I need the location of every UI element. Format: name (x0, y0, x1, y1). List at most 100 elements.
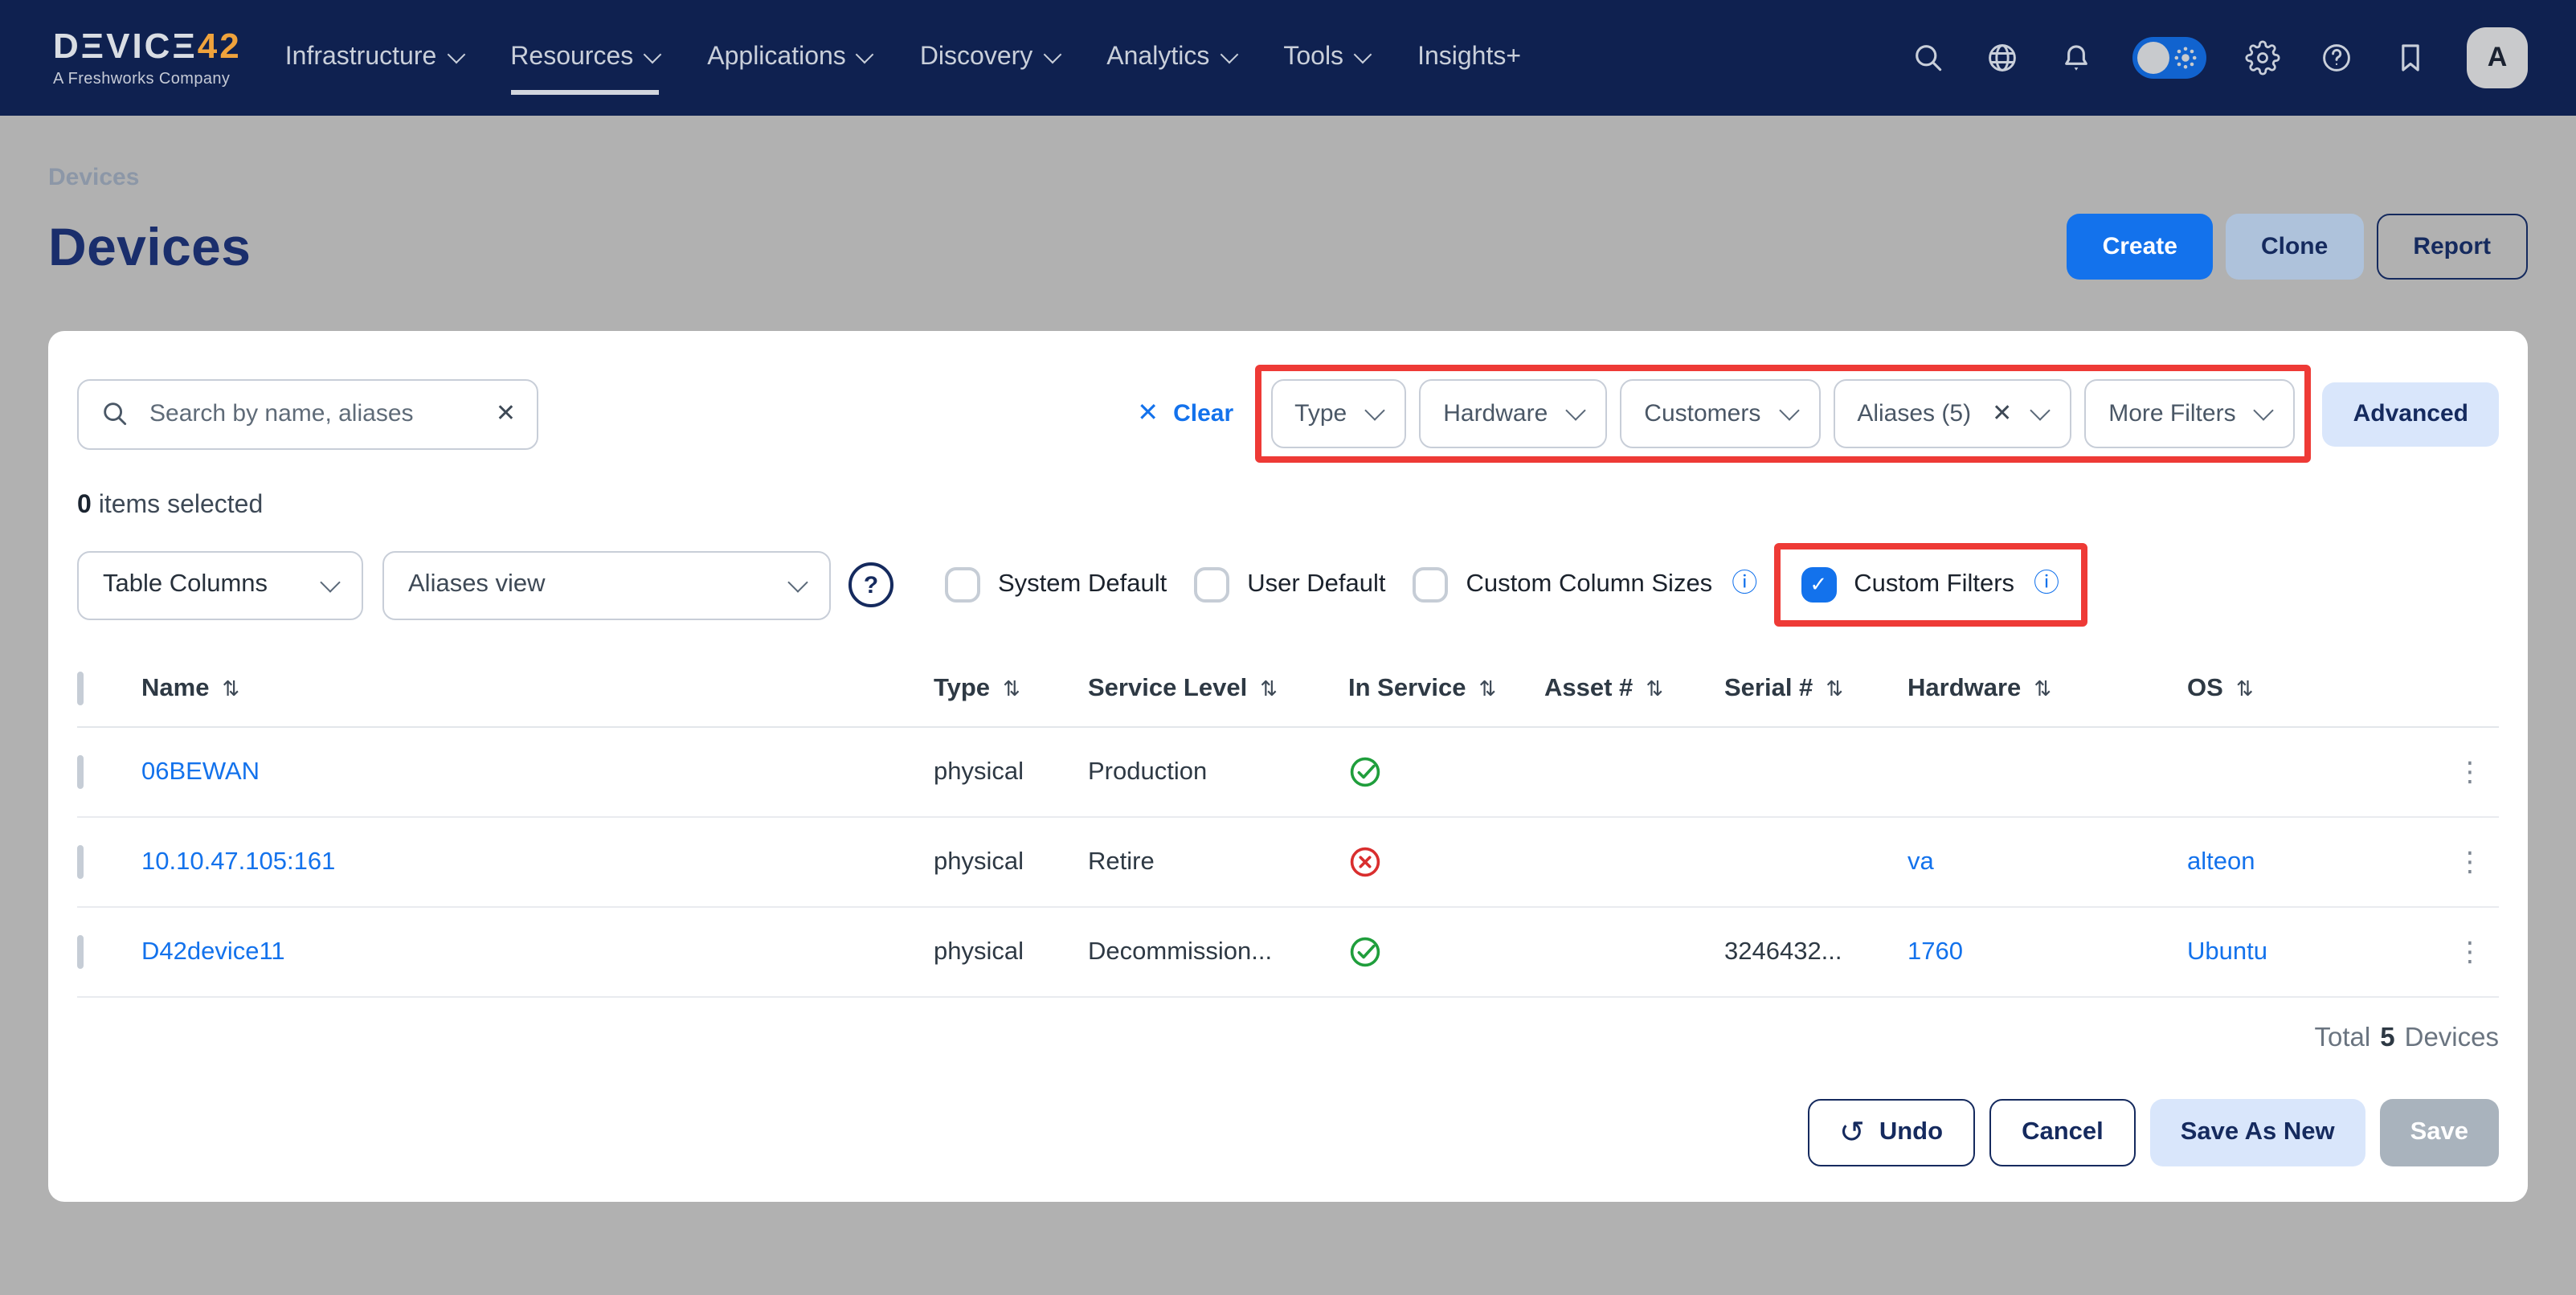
brand-main: DΞVICΞ (53, 25, 198, 65)
menu-applications[interactable]: Applications (707, 43, 872, 72)
device42-logo[interactable]: DΞVICΞ42 A Freshworks Company (53, 28, 242, 88)
search-input[interactable] (146, 398, 480, 429)
breadcrumb: Devices (48, 164, 2528, 191)
sort-icon[interactable]: ⇅ (222, 677, 239, 701)
row-menu-icon[interactable]: ⋮ (2441, 846, 2499, 878)
header-actions: Create Clone Report (2067, 214, 2528, 280)
table-row: D42device11 physical Decommission... 324… (77, 908, 2499, 998)
row-checkbox[interactable] (77, 754, 84, 788)
bell-icon[interactable] (2059, 40, 2094, 76)
menu-analytics[interactable]: Analytics (1106, 43, 1235, 72)
menu-insights[interactable]: Insights+ (1417, 43, 1521, 72)
filter-customers[interactable]: Customers (1620, 379, 1820, 448)
sort-icon[interactable]: ⇅ (2034, 677, 2051, 701)
clear-search-icon[interactable]: ✕ (496, 402, 516, 426)
menu-discovery[interactable]: Discovery (920, 43, 1058, 72)
sort-icon[interactable]: ⇅ (1479, 677, 1497, 701)
filter-aliases[interactable]: Aliases (5)✕ (1833, 379, 2071, 448)
select-all-checkbox[interactable] (77, 672, 84, 705)
device-name-link[interactable]: D42device11 (141, 938, 934, 966)
device-hardware-link[interactable]: va (1907, 848, 2187, 876)
device-type: physical (934, 758, 1088, 786)
device-type: physical (934, 848, 1088, 876)
brand-tagline: A Freshworks Company (53, 71, 242, 88)
device-os-link[interactable]: alteon (2187, 848, 2441, 876)
device-hardware-link[interactable]: 1760 (1907, 938, 2187, 966)
custom-filters-highlight-box: Custom Filters ⓘ (1773, 543, 2087, 627)
advanced-button[interactable]: Advanced (2323, 382, 2499, 446)
gear-icon[interactable] (2245, 40, 2280, 76)
column-header-service-level[interactable]: Service Level⇅ (1088, 675, 1348, 704)
search-icon (100, 398, 130, 429)
app-root: DΞVICΞ42 A Freshworks Company Infrastruc… (0, 0, 2576, 1295)
table-columns-dropdown[interactable]: Table Columns (77, 550, 363, 619)
filter-more[interactable]: More Filters (2084, 379, 2295, 448)
chevron-down-icon (1779, 400, 1799, 420)
custom-filters-checkbox[interactable] (1801, 567, 1836, 603)
menu-tools[interactable]: Tools (1283, 43, 1369, 72)
bookmark-icon[interactable] (2393, 40, 2428, 76)
clear-filters-button[interactable]: ✕ Clear (1137, 400, 1233, 427)
custom-filters-option: Custom Filters ⓘ (1801, 567, 2059, 603)
column-header-name[interactable]: Name⇅ (141, 675, 934, 704)
clone-button[interactable]: Clone (2226, 214, 2363, 280)
row-checkbox[interactable] (77, 844, 84, 878)
sun-icon (2169, 42, 2202, 74)
menu-infrastructure[interactable]: Infrastructure (285, 43, 463, 72)
filter-hardware[interactable]: Hardware (1419, 379, 1607, 448)
user-avatar[interactable]: A (2467, 27, 2528, 88)
row-menu-icon[interactable]: ⋮ (2441, 756, 2499, 788)
device-name-link[interactable]: 10.10.47.105:161 (141, 848, 934, 876)
help-circle-icon[interactable]: ? (848, 562, 893, 607)
menu-resources[interactable]: Resources (510, 43, 659, 72)
chevron-down-icon (1354, 46, 1372, 64)
page-body: Devices Devices Create Clone Report ✕ ✕ (0, 164, 2576, 1202)
chevron-down-icon (644, 46, 662, 64)
column-header-hardware[interactable]: Hardware⇅ (1907, 675, 2187, 704)
sort-icon[interactable]: ⇅ (2236, 677, 2254, 701)
create-button[interactable]: Create (2067, 214, 2213, 280)
save-button[interactable]: Save (2380, 1099, 2499, 1166)
card-footer-actions: ↺Undo Cancel Save As New Save (77, 1099, 2499, 1166)
device-name-link[interactable]: 06BEWAN (141, 758, 934, 786)
remove-filter-icon[interactable]: ✕ (1992, 402, 2012, 426)
column-header-type[interactable]: Type⇅ (934, 675, 1088, 704)
device-service-level: Retire (1088, 848, 1348, 876)
column-header-os[interactable]: OS⇅ (2187, 675, 2441, 704)
cancel-button[interactable]: Cancel (1989, 1099, 2136, 1166)
in-service-yes-icon (1348, 755, 1382, 789)
row-menu-icon[interactable]: ⋮ (2441, 936, 2499, 968)
in-service-no-icon (1348, 845, 1382, 879)
chevron-down-icon (856, 46, 874, 64)
user-default-checkbox[interactable] (1194, 567, 1229, 603)
chevron-down-icon (320, 571, 340, 591)
custom-column-sizes-option: Custom Column Sizes ⓘ (1413, 567, 1758, 603)
sort-icon[interactable]: ⇅ (1646, 677, 1663, 701)
undo-button[interactable]: ↺Undo (1807, 1099, 1975, 1166)
brand-accent: 42 (198, 25, 242, 65)
search-icon[interactable] (1911, 40, 1946, 76)
top-nav: DΞVICΞ42 A Freshworks Company Infrastruc… (0, 0, 2576, 116)
row-checkbox[interactable] (77, 934, 84, 968)
globe-icon[interactable] (1985, 40, 2020, 76)
chevron-down-icon (1364, 400, 1384, 420)
custom-column-sizes-checkbox[interactable] (1413, 567, 1449, 603)
device-os-link[interactable]: Ubuntu (2187, 938, 2441, 966)
theme-toggle[interactable] (2132, 37, 2206, 79)
system-default-checkbox[interactable] (945, 567, 980, 603)
filter-type[interactable]: Type (1270, 379, 1406, 448)
save-as-new-button[interactable]: Save As New (2150, 1099, 2365, 1166)
column-header-serial[interactable]: Serial #⇅ (1724, 675, 1907, 704)
info-icon[interactable]: ⓘ (2034, 572, 2059, 598)
sort-icon[interactable]: ⇅ (1003, 677, 1020, 701)
chevron-down-icon (447, 46, 465, 64)
help-icon[interactable] (2319, 40, 2354, 76)
column-header-in-service[interactable]: In Service⇅ (1348, 675, 1544, 704)
view-select-dropdown[interactable]: Aliases view (382, 550, 831, 619)
info-icon[interactable]: ⓘ (1732, 572, 1757, 598)
device-serial: 3246432... (1724, 938, 1907, 966)
sort-icon[interactable]: ⇅ (1826, 677, 1843, 701)
report-button[interactable]: Report (2376, 214, 2528, 280)
column-header-asset[interactable]: Asset #⇅ (1544, 675, 1724, 704)
sort-icon[interactable]: ⇅ (1260, 677, 1278, 701)
